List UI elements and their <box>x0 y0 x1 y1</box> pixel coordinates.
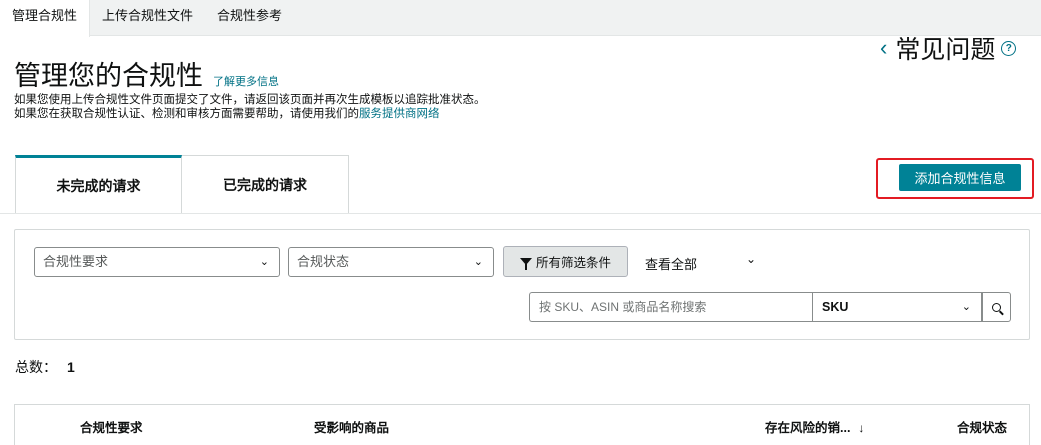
learn-more-link[interactable]: 了解更多信息 <box>213 73 279 89</box>
view-all-link[interactable]: 查看全部 <box>645 254 697 273</box>
tab-completed-requests[interactable]: 已完成的请求 <box>182 155 349 213</box>
faq-label: 常见问题 <box>895 36 996 64</box>
sort-down-icon[interactable]: ↓ <box>858 421 864 435</box>
compliance-status-placeholder: 合规状态 <box>297 254 350 269</box>
search-icon <box>992 302 1001 312</box>
chevron-down-icon: ⌄ <box>259 256 269 268</box>
help-icon[interactable]: ? <box>1001 40 1017 56</box>
column-header-affected-products[interactable]: 受影响的商品 <box>314 417 389 436</box>
faq-toggle[interactable]: ‹ 常见问题 ? <box>880 30 1017 66</box>
search-type-select[interactable]: SKU ⌄ <box>812 292 982 322</box>
tab-upload-compliance-files[interactable]: 上传合规性文件 <box>90 0 205 36</box>
column-header-sales-at-risk-label: 存在风险的销... <box>765 421 851 435</box>
chevron-down-icon: ⌄ <box>473 256 483 268</box>
filter-icon <box>519 258 532 270</box>
search-type-value: SKU <box>822 300 849 314</box>
table-header <box>14 404 1030 445</box>
add-compliance-info-button[interactable]: 添加合规性信息 <box>899 164 1021 191</box>
column-header-sales-at-risk[interactable]: 存在风险的销... ↓ <box>765 417 864 436</box>
tab-manage-compliance[interactable]: 管理合规性 <box>0 0 91 37</box>
chevron-down-icon[interactable]: ⌄ <box>746 252 756 266</box>
page-title: 管理您的合规性 了解更多信息 <box>14 54 279 93</box>
description-line-2: 如果您在获取合规性认证、检测和审核方面需要帮助，请使用我们的服务提供商网络 <box>14 107 486 121</box>
page-description: 如果您使用上传合规性文件页面提交了文件，请返回该页面并再次生成模板以追踪批准状态… <box>14 93 486 121</box>
service-provider-network-link[interactable]: 服务提供商网络 <box>359 108 440 120</box>
column-header-compliance-status[interactable]: 合规状态 <box>957 417 1007 436</box>
description-line-2-text: 如果您在获取合规性认证、检测和审核方面需要帮助，请使用我们的 <box>14 108 359 120</box>
compliance-status-select[interactable]: 合规状态 ⌄ <box>288 247 494 277</box>
total-count: 总数： 1 <box>15 357 75 377</box>
page-title-text: 管理您的合规性 <box>14 61 203 91</box>
chevron-left-icon: ‹ <box>880 35 888 60</box>
request-tabs: 未完成的请求 已完成的请求 <box>15 155 349 213</box>
all-filters-label: 所有筛选条件 <box>535 256 611 270</box>
tab-compliance-reference[interactable]: 合规性参考 <box>205 0 294 36</box>
tabs-divider <box>0 213 1041 214</box>
chevron-down-icon: ⌄ <box>961 301 971 313</box>
total-count-value: 1 <box>67 359 75 375</box>
compliance-requirement-placeholder: 合规性要求 <box>43 254 109 269</box>
column-header-requirement[interactable]: 合规性要求 <box>80 417 143 436</box>
search-button[interactable] <box>982 292 1011 322</box>
compliance-requirement-select[interactable]: 合规性要求 ⌄ <box>34 247 280 277</box>
all-filters-button[interactable]: 所有筛选条件 <box>503 246 628 277</box>
search-input[interactable] <box>529 292 812 322</box>
description-line-1: 如果您使用上传合规性文件页面提交了文件，请返回该页面并再次生成模板以追踪批准状态… <box>14 94 486 106</box>
tab-open-requests[interactable]: 未完成的请求 <box>15 155 182 213</box>
total-label: 总数： <box>15 359 57 375</box>
